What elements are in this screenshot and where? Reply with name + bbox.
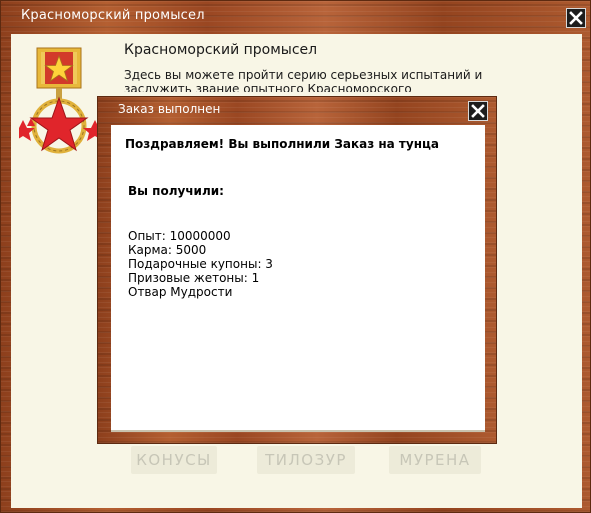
dialog-close-button[interactable] — [468, 101, 488, 121]
outer-window-title: Красноморский промысел — [21, 8, 205, 23]
dialog-title: Заказ выполнен — [118, 102, 221, 116]
dialog-content: Поздравляем! Вы выполнили Заказ на тунца… — [111, 125, 485, 430]
close-icon — [471, 104, 485, 118]
tab-tilozur[interactable]: ТИЛОЗУР — [257, 446, 355, 474]
reward-gift-coupons: Подарочные купоны: 3 — [128, 257, 273, 271]
outer-close-button[interactable] — [566, 8, 586, 28]
rewards-list: Опыт: 10000000 Карма: 5000 Подарочные ку… — [128, 229, 273, 299]
tab-murena[interactable]: МУРЕНА — [389, 446, 481, 474]
reward-prize-tokens: Призовые жетоны: 1 — [128, 271, 260, 285]
reward-wisdom-potion: Отвар Мудрости — [128, 285, 233, 299]
bottom-tabs: КОНУСЫ ТИЛОЗУР МУРЕНА — [11, 446, 582, 474]
reward-experience: Опыт: 10000000 — [128, 229, 231, 243]
received-heading: Вы получили: — [128, 184, 224, 198]
reward-karma: Карма: 5000 — [128, 243, 207, 257]
dialog-bottom-edge — [111, 430, 485, 432]
congrats-message: Поздравляем! Вы выполнили Заказ на тунца — [125, 137, 439, 151]
medal-star-icon — [19, 47, 107, 154]
outer-heading: Красноморский промысел — [124, 42, 318, 58]
order-complete-dialog: Заказ выполнен Поздравляем! Вы выполнили… — [97, 96, 497, 444]
tab-konusy[interactable]: КОНУСЫ — [131, 446, 217, 474]
close-icon — [569, 11, 583, 25]
outer-description: Здесь вы можете пройти серию серьезных и… — [124, 68, 483, 92]
